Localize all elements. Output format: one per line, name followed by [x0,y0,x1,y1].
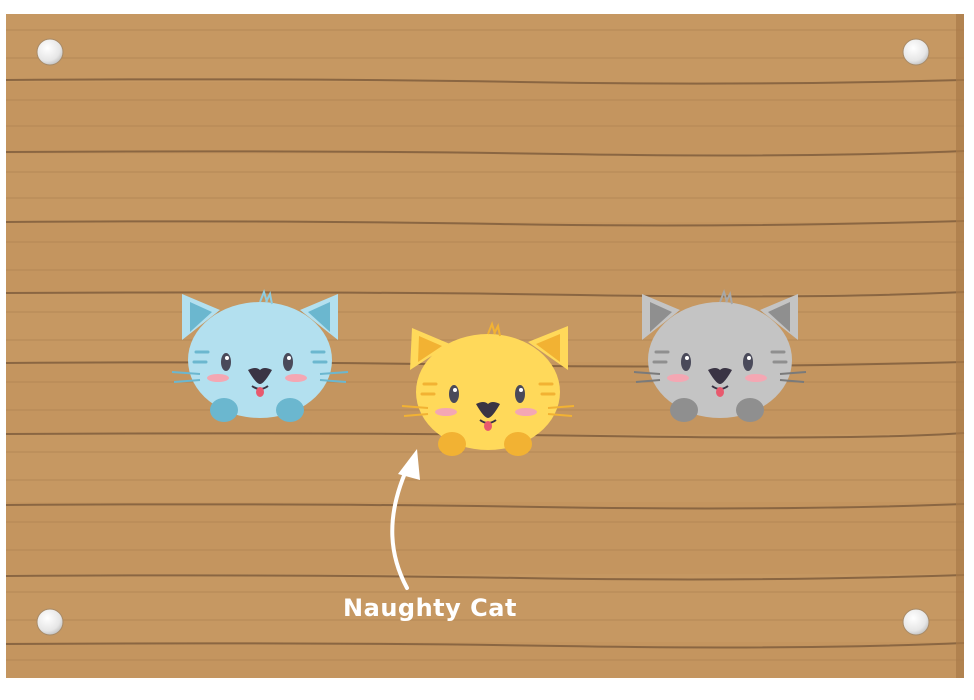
nail-bottom-right [902,608,930,636]
wooden-board [5,14,965,678]
nail-top-right [902,38,930,66]
board-edge [956,14,964,678]
nail-bottom-left [36,608,64,636]
nail-top-left [36,38,64,66]
wooden-board-scene: Naughty Cat [0,0,974,696]
caption-label: Naughty Cat [343,594,517,622]
